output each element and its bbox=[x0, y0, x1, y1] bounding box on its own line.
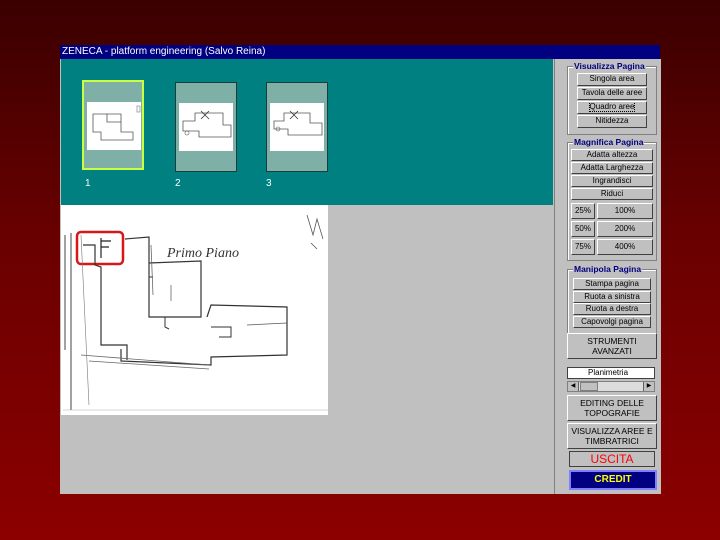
layer-scrollbar[interactable]: ◀ ▶ bbox=[567, 381, 655, 392]
quadro-aree-button[interactable]: Quadro aree bbox=[577, 101, 647, 114]
visualizza-aree-button[interactable]: VISUALIZZA AREE E TIMBRATRICI bbox=[567, 423, 657, 449]
tavola-aree-button[interactable]: Tavola delle aree bbox=[577, 87, 647, 100]
nitidezza-button[interactable]: Nitidezza bbox=[577, 115, 647, 128]
layer-select[interactable]: Planimetria bbox=[567, 367, 655, 379]
editing-topografie-button[interactable]: EDITING DELLE TOPOGRAFIE bbox=[567, 395, 657, 421]
ruota-sinistra-button[interactable]: Ruota a sinistra bbox=[573, 291, 651, 303]
group-title-visualizza: Visualizza Pagina bbox=[573, 61, 646, 71]
app-window: ZENECA - platform engineering (Salvo Rei… bbox=[60, 45, 661, 494]
credit-button[interactable]: CREDIT bbox=[569, 470, 657, 490]
ruota-destra-button[interactable]: Ruota a destra bbox=[573, 303, 651, 315]
riduci-button[interactable]: Riduci bbox=[571, 188, 653, 200]
thumbnail-image bbox=[87, 102, 141, 150]
zoom-200-button[interactable]: 200% bbox=[597, 221, 653, 237]
group-magnifica-pagina: Magnifica Pagina Adatta altezza Adatta L… bbox=[567, 137, 657, 261]
thumbnail-image bbox=[179, 103, 233, 151]
floor-plan-image[interactable]: Primo Piano bbox=[61, 205, 328, 415]
thumbnail-label-1: 1 bbox=[85, 178, 91, 189]
page-preview-area: Primo Piano bbox=[61, 205, 553, 494]
thumbnail-label-2: 2 bbox=[175, 178, 181, 189]
thumbnail-label-3: 3 bbox=[266, 178, 272, 189]
thumbnail-panel: 1 2 3 bbox=[61, 59, 553, 205]
zoom-25-button[interactable]: 25% bbox=[571, 203, 595, 219]
adatta-altezza-button[interactable]: Adatta altezza bbox=[571, 149, 653, 161]
window-titlebar: ZENECA - platform engineering (Salvo Rei… bbox=[60, 45, 660, 59]
control-panel: Visualizza Pagina Singola area Tavola de… bbox=[554, 59, 661, 494]
uscita-button[interactable]: USCITA bbox=[569, 451, 655, 467]
strumenti-avanzati-button[interactable]: STRUMENTI AVANZATI bbox=[567, 333, 657, 359]
ingrandisci-button[interactable]: Ingrandisci bbox=[571, 175, 653, 187]
scroll-right-arrow-icon[interactable]: ▶ bbox=[643, 382, 654, 391]
stampa-pagina-button[interactable]: Stampa pagina bbox=[573, 278, 651, 290]
group-manipola-pagina: Manipola Pagina Stampa pagina Ruota a si… bbox=[567, 264, 657, 342]
thumbnail-page-1[interactable] bbox=[82, 80, 144, 170]
adatta-larghezza-button[interactable]: Adatta Larghezza bbox=[571, 162, 653, 174]
group-visualizza-pagina: Visualizza Pagina Singola area Tavola de… bbox=[567, 61, 657, 135]
scrollbar-thumb[interactable] bbox=[580, 382, 598, 391]
zoom-50-button[interactable]: 50% bbox=[571, 221, 595, 237]
zoom-75-button[interactable]: 75% bbox=[571, 239, 595, 255]
thumbnail-image bbox=[270, 103, 324, 151]
thumbnail-page-2[interactable] bbox=[175, 82, 237, 172]
zoom-400-button[interactable]: 400% bbox=[597, 239, 653, 255]
group-title-magnifica: Magnifica Pagina bbox=[573, 137, 645, 147]
thumbnail-page-3[interactable] bbox=[266, 82, 328, 172]
singola-area-button[interactable]: Singola area bbox=[577, 73, 647, 86]
scroll-left-arrow-icon[interactable]: ◀ bbox=[568, 382, 579, 391]
zoom-100-button[interactable]: 100% bbox=[597, 203, 653, 219]
plan-handwriting: Primo Piano bbox=[166, 246, 239, 261]
capovolgi-pagina-button[interactable]: Capovolgi pagina bbox=[573, 316, 651, 328]
group-title-manipola: Manipola Pagina bbox=[573, 264, 643, 274]
